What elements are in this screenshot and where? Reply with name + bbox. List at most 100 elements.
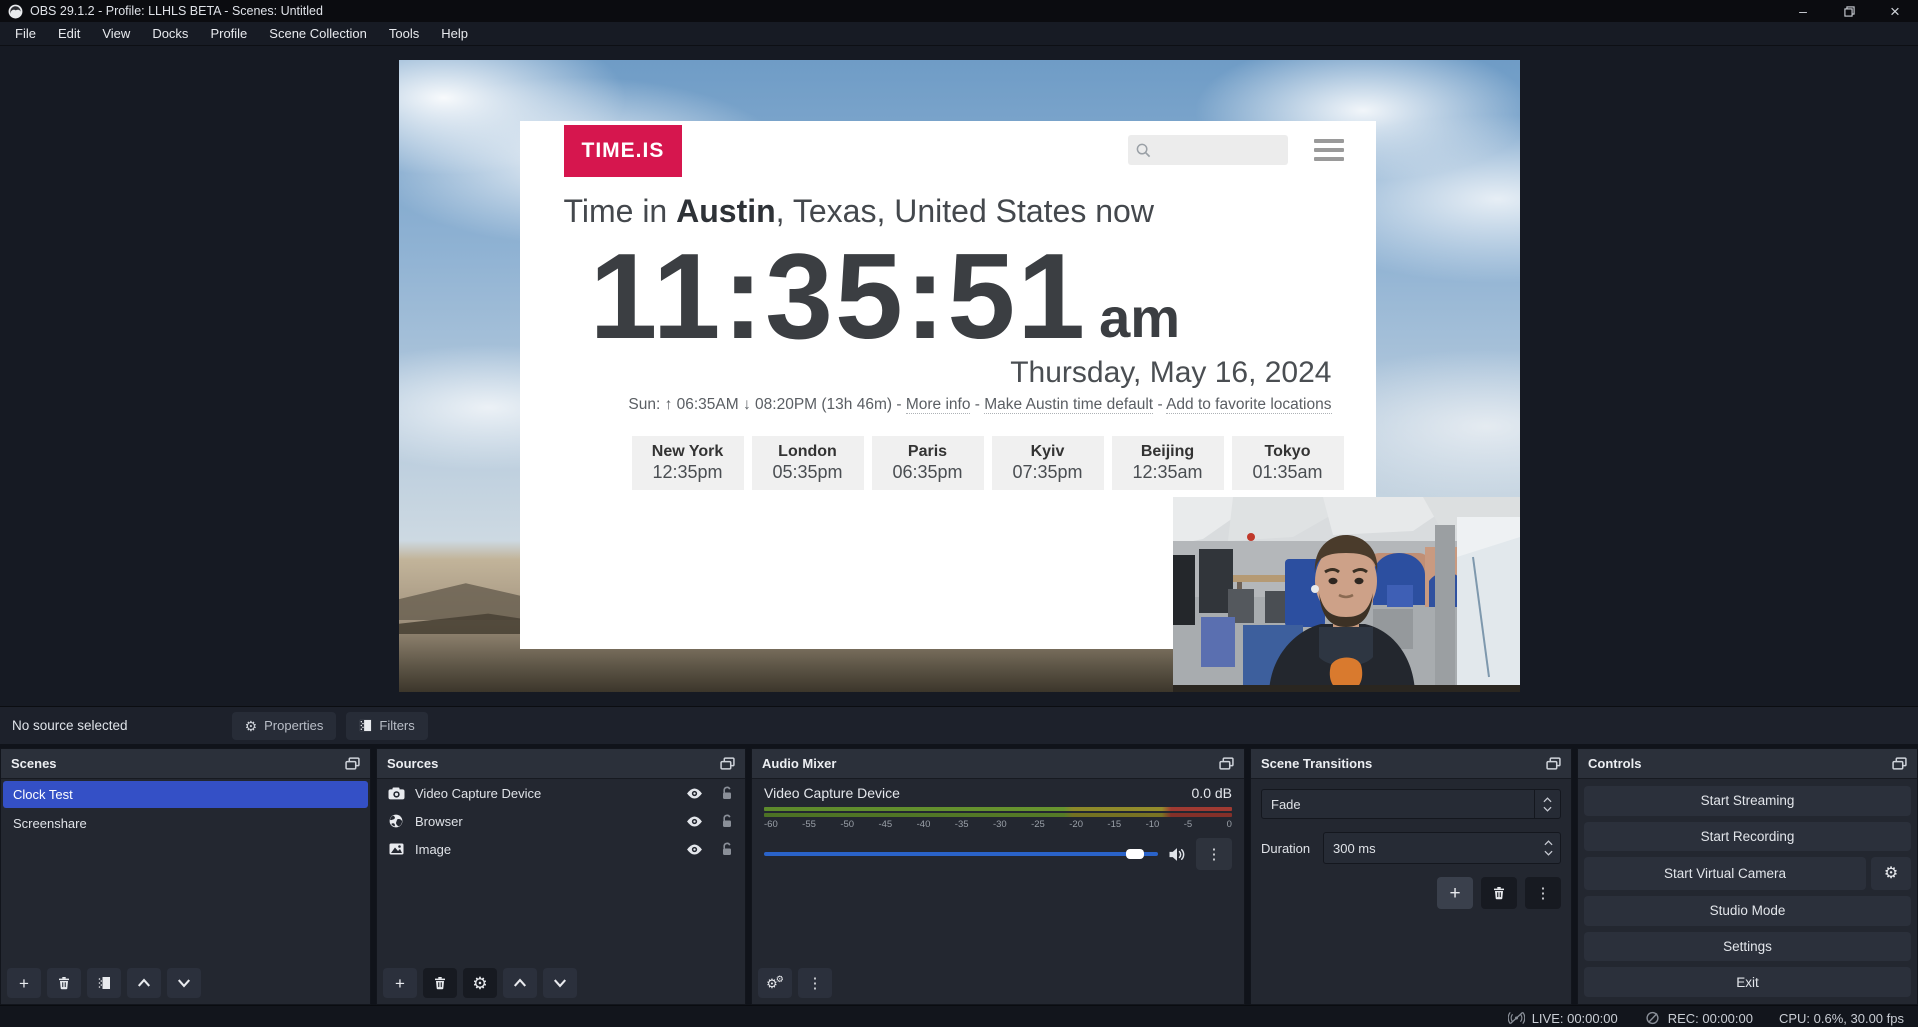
advanced-audio-button[interactable]: ⚙⚙ — [758, 968, 792, 998]
mixer-options-button[interactable]: ⋮ — [1196, 838, 1232, 870]
scene-filters-button[interactable] — [87, 968, 121, 998]
chevron-down-icon — [1543, 806, 1552, 812]
visibility-eye-icon[interactable] — [686, 788, 703, 799]
transition-select[interactable]: Fade — [1261, 789, 1561, 819]
source-properties-button[interactable]: ⚙ — [463, 968, 497, 998]
sources-panel-header[interactable]: Sources — [377, 749, 745, 779]
menu-profile[interactable]: Profile — [199, 22, 258, 46]
exit-button[interactable]: Exit — [1584, 967, 1911, 997]
popout-icon[interactable] — [345, 757, 360, 770]
chevron-up-icon — [137, 976, 151, 990]
lock-icon[interactable] — [721, 786, 733, 800]
start-recording-button[interactable]: Start Recording — [1584, 822, 1911, 852]
filter-icon — [359, 719, 372, 732]
obs-logo-icon — [8, 4, 23, 19]
scene-canvas[interactable]: TIME.IS Time in Austin, Texas, United St… — [399, 60, 1520, 692]
record-inactive-icon — [1644, 1011, 1661, 1025]
popout-icon[interactable] — [1219, 757, 1234, 770]
selected-source-toolbar: No source selected ⚙ Properties Filters — [0, 706, 1918, 744]
duration-spinner[interactable] — [1544, 840, 1560, 856]
source-row-video-capture[interactable]: Video Capture Device — [377, 779, 745, 807]
start-streaming-button[interactable]: Start Streaming — [1584, 786, 1911, 816]
menu-edit[interactable]: Edit — [47, 22, 91, 46]
webcam-video-source[interactable] — [1173, 497, 1520, 692]
sources-panel: Sources Video Capture Device — [376, 748, 746, 1005]
remove-scene-button[interactable] — [47, 968, 81, 998]
city-clock: London05:35pm — [752, 436, 864, 490]
search-icon — [1136, 143, 1151, 158]
close-button[interactable]: × — [1872, 0, 1918, 22]
remove-source-button[interactable] — [423, 968, 457, 998]
mixer-channel-name: Video Capture Device — [764, 785, 900, 801]
popout-icon[interactable] — [720, 757, 735, 770]
move-source-down-button[interactable] — [543, 968, 577, 998]
dock-row: Scenes Clock Test Screenshare + — [0, 748, 1918, 1005]
transitions-panel-header[interactable]: Scene Transitions — [1251, 749, 1571, 779]
timeis-logo: TIME.IS — [564, 125, 683, 177]
add-transition-button[interactable]: + — [1437, 877, 1473, 909]
remove-transition-button[interactable] — [1481, 877, 1517, 909]
menu-docks[interactable]: Docks — [141, 22, 199, 46]
minimize-button[interactable]: – — [1780, 0, 1826, 22]
transition-properties-button[interactable]: ⋮ — [1525, 877, 1561, 909]
settings-button[interactable]: Settings — [1584, 932, 1911, 962]
preview-area[interactable]: TIME.IS Time in Austin, Texas, United St… — [0, 46, 1918, 706]
menu-bar: File Edit View Docks Profile Scene Colle… — [0, 22, 1918, 46]
scenes-list: Clock Test Screenshare — [1, 779, 370, 963]
lock-icon[interactable] — [721, 842, 733, 856]
menu-help[interactable]: Help — [430, 22, 479, 46]
scenes-panel-header[interactable]: Scenes — [1, 749, 370, 779]
move-scene-down-button[interactable] — [167, 968, 201, 998]
properties-button[interactable]: ⚙ Properties — [232, 712, 337, 740]
menu-view[interactable]: View — [91, 22, 141, 46]
transition-select-spinner[interactable] — [1534, 790, 1560, 818]
scene-transitions-panel: Scene Transitions Fade Duration 300 ms — [1250, 748, 1572, 1005]
speaker-icon[interactable] — [1168, 847, 1186, 862]
audio-mixer-panel-header[interactable]: Audio Mixer — [752, 749, 1244, 779]
volume-slider[interactable] — [764, 852, 1158, 856]
lock-icon[interactable] — [721, 814, 733, 828]
audio-mixer-panel: Audio Mixer Video Capture Device 0.0 dB … — [751, 748, 1245, 1005]
city-clock: New York12:35pm — [632, 436, 744, 490]
popout-icon[interactable] — [1546, 757, 1561, 770]
studio-mode-button[interactable]: Studio Mode — [1584, 896, 1911, 926]
source-row-browser[interactable]: Browser — [377, 807, 745, 835]
chevron-up-icon — [1543, 797, 1552, 803]
popout-icon[interactable] — [1892, 757, 1907, 770]
mixer-menu-button[interactable]: ⋮ — [798, 968, 832, 998]
transition-value: Fade — [1262, 790, 1534, 818]
move-source-up-button[interactable] — [503, 968, 537, 998]
gear-icon: ⚙ — [776, 975, 784, 984]
filters-button[interactable]: Filters — [346, 712, 427, 740]
timeis-more-info-link: More info — [906, 396, 971, 414]
chevron-down-icon — [177, 976, 191, 990]
visibility-eye-icon[interactable] — [686, 816, 703, 827]
add-source-button[interactable]: + — [383, 968, 417, 998]
timeis-search-input — [1128, 135, 1288, 165]
menu-file[interactable]: File — [4, 22, 47, 46]
restore-button[interactable] — [1826, 0, 1872, 22]
controls-body: Start Streaming Start Recording Start Vi… — [1578, 779, 1917, 1004]
scenes-panel: Scenes Clock Test Screenshare + — [0, 748, 371, 1005]
menu-tools[interactable]: Tools — [378, 22, 430, 46]
rec-status: REC: 00:00:00 — [1644, 1011, 1753, 1026]
move-scene-up-button[interactable] — [127, 968, 161, 998]
chevron-up-icon — [1544, 840, 1553, 846]
source-row-image[interactable]: Image — [377, 835, 745, 863]
audio-mixer-title: Audio Mixer — [762, 756, 1219, 771]
controls-panel: Controls Start Streaming Start Recording… — [1577, 748, 1918, 1005]
visibility-eye-icon[interactable] — [686, 844, 703, 855]
volume-slider-handle[interactable] — [1126, 849, 1144, 859]
menu-scene-collection[interactable]: Scene Collection — [258, 22, 378, 46]
cpu-fps-stats: CPU: 0.6%, 30.00 fps — [1779, 1011, 1904, 1026]
controls-panel-header[interactable]: Controls — [1578, 749, 1917, 779]
timeis-add-favorite-link: Add to favorite locations — [1166, 396, 1331, 414]
start-virtual-camera-button[interactable]: Start Virtual Camera — [1584, 857, 1866, 890]
duration-spinbox[interactable]: 300 ms — [1323, 832, 1561, 864]
scene-item-clock-test[interactable]: Clock Test — [3, 781, 368, 808]
no-source-selected-label: No source selected — [12, 718, 128, 733]
camera-icon — [388, 787, 405, 800]
scene-item-screenshare[interactable]: Screenshare — [3, 810, 368, 837]
virtual-camera-settings-button[interactable]: ⚙ — [1871, 857, 1911, 890]
add-scene-button[interactable]: + — [7, 968, 41, 998]
